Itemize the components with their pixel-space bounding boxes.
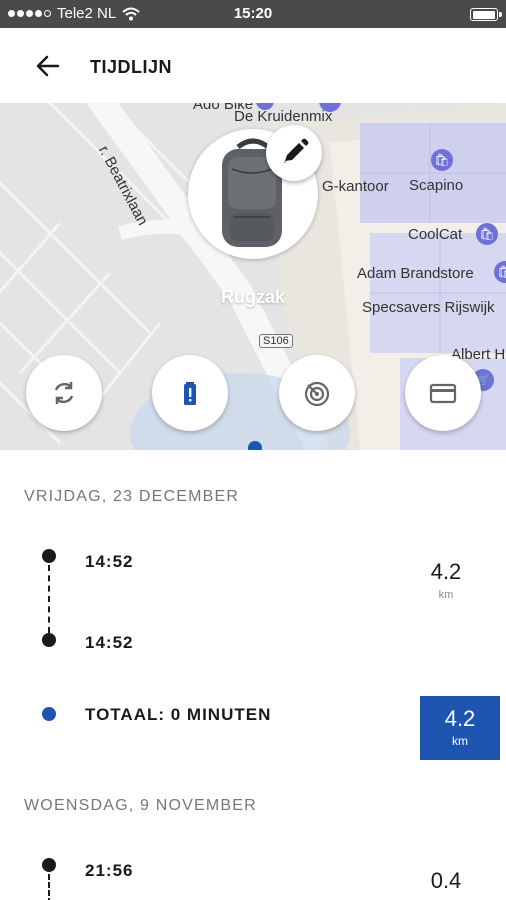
timeline-end-dot xyxy=(42,633,56,647)
map-label-coolcat: CoolCat xyxy=(408,226,463,243)
timeline-connector xyxy=(48,874,50,900)
back-arrow-icon[interactable] xyxy=(34,52,62,80)
timeline-start-dot xyxy=(42,549,56,563)
map-label-kruidenmix: De Kruidenmix xyxy=(234,108,333,125)
trip-distance: 4.2 xyxy=(430,559,462,584)
map-label-adam-brandstore: Adam Brandstore xyxy=(357,265,474,282)
status-bar: Tele2 NL 15:20 xyxy=(0,0,506,28)
radar-icon xyxy=(304,381,330,407)
trip-start-time: 21:56 xyxy=(85,861,134,880)
pencil-icon xyxy=(284,138,309,163)
battery-icon xyxy=(470,8,502,21)
card-button[interactable] xyxy=(405,355,481,431)
total-distance-unit: km xyxy=(452,734,468,748)
trip-distance-unit: km xyxy=(438,589,454,601)
timeline-start-dot xyxy=(42,858,56,872)
total-dot xyxy=(42,707,56,721)
edit-button[interactable] xyxy=(266,125,322,181)
total-distance-badge: 4.2 km xyxy=(420,696,500,760)
map-label-scapino: Scapino xyxy=(409,177,464,194)
day-header: WOENSDAG, 9 NOVEMBER xyxy=(24,797,257,814)
day-header: VRIJDAG, 23 DECEMBER xyxy=(24,488,240,505)
battery-status-button[interactable] xyxy=(152,355,228,431)
sync-button[interactable] xyxy=(26,355,102,431)
find-nearby-button[interactable] xyxy=(279,355,355,431)
total-distance-value: 4.2 xyxy=(444,706,476,731)
map-view[interactable]: Ado Bike De Kruidenmix r. Beatrixlaan G-… xyxy=(0,103,506,450)
trip-start-time: 14:52 xyxy=(85,552,134,571)
shopping-bag-icon[interactable]: 🛍 xyxy=(431,149,453,171)
app-header: TIJDLIJN xyxy=(0,28,506,103)
map-label-g-kantoor: G-kantoor xyxy=(322,178,389,195)
item-name: Rugzak xyxy=(220,287,285,307)
clock: 15:20 xyxy=(233,5,273,22)
refresh-icon xyxy=(54,382,74,404)
credit-card-icon xyxy=(429,383,457,404)
battery-alert-icon xyxy=(184,382,196,405)
page-title: TIJDLIJN xyxy=(90,57,173,77)
shopping-bag-icon[interactable]: 🛍 xyxy=(476,223,498,245)
total-label: TOTAAL: 0 MINUTEN xyxy=(85,705,272,724)
timeline-connector xyxy=(48,565,50,633)
trip-end-time: 14:52 xyxy=(85,633,134,652)
road-shield-s106: S106 xyxy=(259,334,293,348)
trip-distance: 0.4 xyxy=(430,868,462,893)
